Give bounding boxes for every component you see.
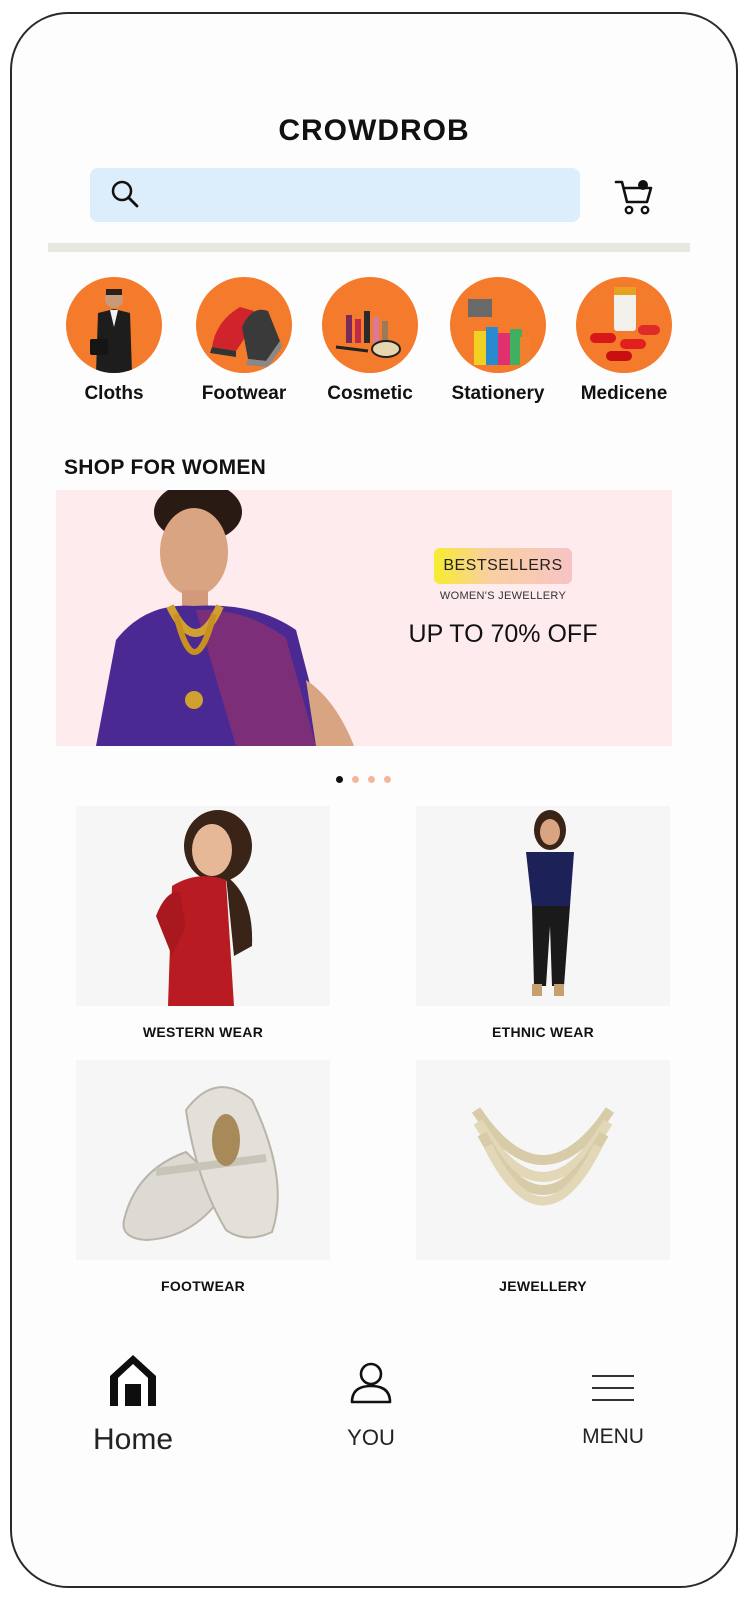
jewellery-image — [416, 1060, 670, 1260]
western-wear-image — [76, 806, 330, 1006]
footwear-image — [196, 277, 292, 373]
category-label: Cloths — [84, 383, 144, 404]
tile-caption: FOOTWEAR — [160, 1278, 246, 1294]
banner-subtitle: WOMEN'S JEWELLERY — [439, 590, 567, 602]
tile-western-wear[interactable]: WESTERN WEAR — [76, 806, 330, 1040]
banner-model-image — [96, 490, 354, 746]
tile-jewellery[interactable]: JEWELLERY — [416, 1060, 670, 1294]
category-label: Stationery — [451, 383, 545, 404]
search-icon — [111, 180, 139, 208]
category-label: Footwear — [201, 383, 287, 404]
nav-label-home: Home — [92, 1423, 174, 1456]
category-label: Medicene — [580, 383, 668, 404]
category-medicene[interactable]: Medicene — [572, 277, 676, 405]
stationery-image — [450, 277, 546, 373]
cosmetic-image — [322, 277, 418, 373]
section-title: SHOP FOR WOMEN — [64, 456, 267, 479]
nav-menu[interactable]: MENU — [568, 1352, 658, 1449]
medicene-image — [576, 277, 672, 373]
cloths-image — [66, 277, 162, 373]
category-label: Cosmetic — [327, 383, 413, 404]
tile-caption: JEWELLERY — [499, 1278, 587, 1294]
header-divider — [48, 243, 690, 252]
carousel-dot[interactable] — [352, 776, 359, 783]
category-stationery[interactable]: Stationery — [446, 277, 550, 405]
home-icon — [110, 1355, 156, 1406]
carousel-indicator — [336, 770, 400, 783]
user-icon — [350, 1362, 392, 1404]
carousel-dot[interactable] — [384, 776, 391, 783]
banner-offer: UP TO 70% OFF — [408, 620, 598, 648]
ethnic-wear-image — [416, 806, 670, 1006]
footwear-tile-image — [76, 1060, 330, 1260]
tile-footwear[interactable]: FOOTWEAR — [76, 1060, 330, 1294]
category-footwear[interactable]: Footwear — [192, 277, 296, 405]
nav-home[interactable]: Home — [78, 1352, 188, 1457]
promo-banner[interactable]: BESTSELLERS WOMEN'S JEWELLERY UP TO 70% … — [56, 490, 672, 746]
search-bar[interactable] — [90, 168, 580, 222]
nav-label-you: YOU — [347, 1425, 395, 1450]
bestsellers-badge: BESTSELLERS — [434, 548, 572, 584]
cart-icon[interactable] — [614, 178, 654, 216]
menu-icon — [592, 1375, 634, 1401]
nav-you[interactable]: YOU — [326, 1352, 416, 1451]
tile-caption: WESTERN WEAR — [142, 1024, 264, 1040]
category-cosmetic[interactable]: Cosmetic — [318, 277, 422, 405]
nav-label-menu: MENU — [582, 1425, 644, 1448]
tile-ethnic-wear[interactable]: ETHNIC WEAR — [416, 806, 670, 1040]
app-logo: CROWDROB — [278, 114, 470, 147]
carousel-dot[interactable] — [368, 776, 375, 783]
category-cloths[interactable]: Cloths — [62, 277, 166, 405]
tile-caption: ETHNIC WEAR — [491, 1024, 595, 1040]
search-input[interactable] — [150, 176, 564, 216]
carousel-dot-active[interactable] — [336, 776, 343, 783]
phone-frame: CROWDROB Cloths Footwear Cosmetic Statio… — [10, 12, 738, 1588]
